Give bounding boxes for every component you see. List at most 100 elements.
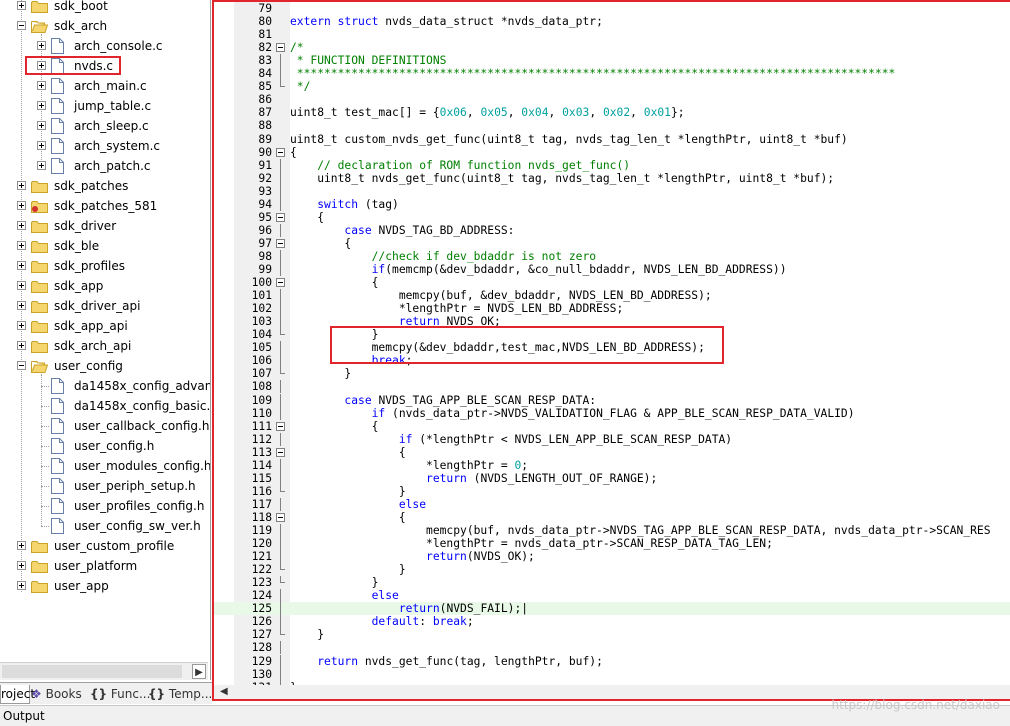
tree-item-user-config[interactable]: user_config bbox=[0, 356, 208, 376]
expand-icon[interactable] bbox=[37, 81, 46, 90]
code-line[interactable]: 122 } bbox=[214, 563, 1010, 576]
expand-icon[interactable] bbox=[17, 181, 26, 190]
tree-item-da1458x-config-basic-h[interactable]: da1458x_config_basic.h bbox=[0, 396, 210, 416]
collapse-icon[interactable] bbox=[17, 21, 26, 30]
tab-templates[interactable]: {} Temp... bbox=[148, 685, 212, 703]
code-line[interactable]: 121 return(NVDS_OK); bbox=[214, 550, 1010, 564]
expand-icon[interactable] bbox=[17, 581, 26, 590]
tree-item-arch-sleep-c[interactable]: arch_sleep.c bbox=[0, 116, 208, 136]
code-line[interactable]: 80 extern struct nvds_data_struct *nvds_d… bbox=[214, 15, 1010, 28]
code-line[interactable]: 79 bbox=[214, 2, 1010, 15]
tree-item-sdk-boot[interactable]: sdk_boot bbox=[0, 0, 208, 16]
tree-item-da1458x-config-advance[interactable]: da1458x_config_advance bbox=[0, 376, 210, 396]
expand-icon[interactable] bbox=[17, 261, 26, 270]
fold-toggle-icon[interactable] bbox=[276, 421, 285, 431]
tree-item-arch-console-c[interactable]: arch_console.c bbox=[0, 36, 208, 56]
tree-item-sdk-driver[interactable]: sdk_driver bbox=[0, 216, 208, 236]
code-line[interactable]: 101 memcpy(buf, &dev_bdaddr, NVDS_LEN_BD… bbox=[214, 289, 1010, 303]
tree-item-arch-system-c[interactable]: arch_system.c bbox=[0, 136, 208, 156]
expand-icon[interactable] bbox=[17, 341, 26, 350]
code-line[interactable]: 118 { bbox=[214, 511, 1010, 524]
tree-item-user-app[interactable]: user_app bbox=[0, 576, 208, 596]
code-line[interactable]: 81 bbox=[214, 28, 1010, 41]
code-line[interactable]: 111 { bbox=[214, 420, 1010, 433]
tree-item-sdk-driver-api[interactable]: sdk_driver_api bbox=[0, 296, 208, 316]
tree-item-jump-table-c[interactable]: jump_table.c bbox=[0, 96, 208, 116]
tree-item-user-callback-config-h[interactable]: user_callback_config.h bbox=[0, 416, 209, 436]
expand-icon[interactable] bbox=[17, 281, 26, 290]
expand-icon[interactable] bbox=[37, 161, 46, 170]
tree-item-user-platform[interactable]: user_platform bbox=[0, 556, 208, 576]
code-line[interactable]: 127 } bbox=[214, 628, 1010, 641]
code-line[interactable]: 130 bbox=[214, 667, 1010, 681]
fold-toggle-icon[interactable] bbox=[276, 212, 285, 222]
code-line[interactable]: 110 if (nvds_data_ptr->NVDS_VALIDATION_F… bbox=[214, 406, 1010, 420]
code-line[interactable]: 82 /* bbox=[214, 41, 1010, 54]
expand-icon[interactable] bbox=[37, 41, 46, 50]
code-line[interactable]: 116 } bbox=[214, 484, 1010, 498]
tree-item-sdk-patches[interactable]: sdk_patches bbox=[0, 176, 208, 196]
scroll-left-arrow-icon[interactable]: ◀ bbox=[220, 686, 228, 697]
fold-toggle-icon[interactable] bbox=[276, 43, 285, 53]
code-line[interactable]: 114 *lengthPtr = 0; bbox=[214, 458, 1010, 472]
scrollbar-thumb[interactable] bbox=[2, 665, 182, 678]
tree-item-user-periph-setup-h[interactable]: user_periph_setup.h bbox=[0, 476, 208, 496]
tree-item-user-modules-config-h[interactable]: user_modules_config.h bbox=[0, 456, 210, 476]
code-line[interactable]: 95 { bbox=[214, 211, 1010, 224]
fold-toggle-icon[interactable] bbox=[276, 278, 285, 288]
code-line[interactable]: 85 */ bbox=[214, 80, 1010, 93]
tab-functions[interactable]: {} Func... bbox=[90, 685, 150, 703]
tab-books[interactable]: ❖ Books bbox=[31, 685, 86, 703]
code-line[interactable]: 98 //check if dev_bdaddr is not zero bbox=[214, 249, 1010, 263]
tree-item-sdk-app[interactable]: sdk_app bbox=[0, 276, 208, 296]
tree-item-user-config-sw-ver-h[interactable]: user_config_sw_ver.h bbox=[0, 516, 208, 536]
code-line[interactable]: 87 uint8_t test_mac[] = {0x06, 0x05, 0x04… bbox=[214, 106, 1010, 119]
code-line[interactable]: 102 *lengthPtr = NVDS_LEN_BD_ADDRESS; bbox=[214, 302, 1010, 316]
code-line[interactable]: 97 { bbox=[214, 237, 1010, 250]
collapse-icon[interactable] bbox=[17, 361, 26, 370]
tree-item-sdk-arch[interactable]: sdk_arch bbox=[0, 16, 208, 36]
code-line[interactable]: 84 *************************************… bbox=[214, 67, 1010, 81]
code-line[interactable]: 88 bbox=[214, 119, 1010, 132]
expand-icon[interactable] bbox=[17, 541, 26, 550]
code-line[interactable]: 115 return (NVDS_LENGTH_OUT_OF_RANGE); bbox=[214, 471, 1010, 485]
code-line[interactable]: 112 if (*lengthPtr < NVDS_LEN_APP_BLE_SC… bbox=[214, 432, 1010, 446]
code-line[interactable]: 109 case NVDS_TAG_APP_BLE_SCAN_RESP_DATA… bbox=[214, 393, 1010, 407]
expand-icon[interactable] bbox=[37, 121, 46, 130]
tree-item-sdk-app-api[interactable]: sdk_app_api bbox=[0, 316, 208, 336]
code-line[interactable]: 117 else bbox=[214, 497, 1010, 511]
code-line[interactable]: 100 { bbox=[214, 276, 1010, 289]
code-line[interactable]: 94 switch (tag) bbox=[214, 197, 1010, 211]
fold-toggle-icon[interactable] bbox=[276, 512, 285, 522]
expand-icon[interactable] bbox=[17, 321, 26, 330]
tree-item-user-config-h[interactable]: user_config.h bbox=[0, 436, 208, 456]
tab-project[interactable]: roject bbox=[0, 685, 35, 704]
code-line[interactable]: 91 // declaration of ROM function nvds_g… bbox=[214, 158, 1010, 172]
code-line[interactable]: 119 memcpy(buf, nvds_data_ptr->NVDS_TAG_… bbox=[214, 524, 1010, 537]
expand-icon[interactable] bbox=[17, 561, 26, 570]
code-line[interactable]: 92 uint8_t nvds_get_func(uint8_t tag, nv… bbox=[214, 171, 1010, 185]
code-line[interactable]: 86 bbox=[214, 93, 1010, 106]
expand-icon[interactable] bbox=[17, 301, 26, 310]
expand-icon[interactable] bbox=[17, 1, 26, 10]
expand-icon[interactable] bbox=[17, 201, 26, 210]
fold-toggle-icon[interactable] bbox=[276, 238, 285, 248]
expand-icon[interactable] bbox=[17, 241, 26, 250]
code-line[interactable]: 128 bbox=[214, 641, 1010, 655]
code-line[interactable]: 120 *lengthPtr = nvds_data_ptr->SCAN_RES… bbox=[214, 537, 1010, 551]
code-line[interactable]: 126 default: break; bbox=[214, 615, 1010, 629]
tree-item-user-custom-profile[interactable]: user_custom_profile bbox=[0, 536, 208, 556]
code-line[interactable]: 125 return(NVDS_FAIL);| bbox=[214, 602, 1010, 616]
tree-horizontal-scrollbar[interactable]: ▶ bbox=[0, 662, 208, 680]
code-line[interactable]: 89 uint8_t custom_nvds_get_func(uint8_t t… bbox=[214, 133, 1010, 146]
tree-item-sdk-ble[interactable]: sdk_ble bbox=[0, 236, 208, 256]
expand-icon[interactable] bbox=[17, 221, 26, 230]
tree-item-sdk-profiles[interactable]: sdk_profiles bbox=[0, 256, 208, 276]
scroll-right-arrow-icon[interactable]: ▶ bbox=[192, 664, 206, 679]
expand-icon[interactable] bbox=[37, 101, 46, 110]
expand-icon[interactable] bbox=[37, 141, 46, 150]
code-line[interactable]: 124 else bbox=[214, 589, 1010, 603]
code-editor[interactable]: 79 80 extern struct nvds_data_struct *nvds… bbox=[212, 0, 1010, 701]
tree-item-arch-patch-c[interactable]: arch_patch.c bbox=[0, 156, 208, 176]
code-line[interactable]: 107 } bbox=[214, 367, 1010, 380]
